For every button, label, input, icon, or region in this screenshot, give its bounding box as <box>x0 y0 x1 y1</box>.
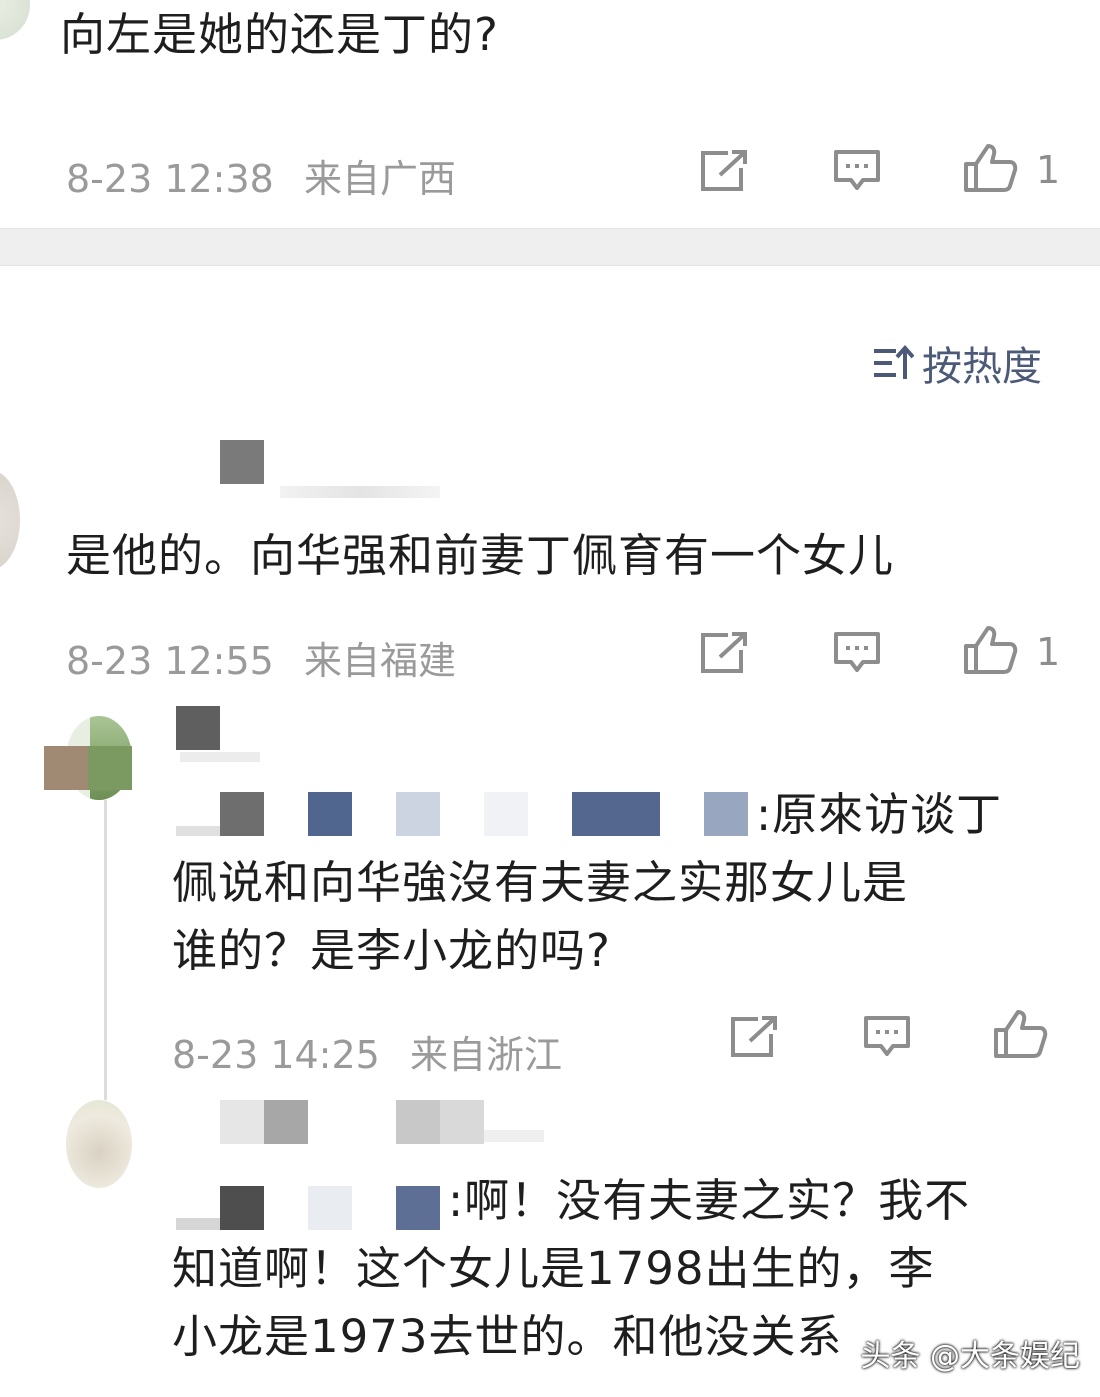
avatar-pixel <box>88 746 132 790</box>
comment-icon <box>834 150 880 190</box>
avatar[interactable] <box>0 470 20 570</box>
share-button[interactable] <box>698 148 750 194</box>
mention-obscured <box>396 1186 440 1230</box>
share-button[interactable] <box>698 630 750 676</box>
sort-label: 按热度 <box>922 344 1042 390</box>
comment-text: 是他的。向华强和前妻丁佩育有一个女儿 <box>66 529 895 582</box>
mention-obscured <box>484 792 528 836</box>
thumb-up-icon <box>964 626 1018 674</box>
reply-button[interactable] <box>832 148 882 194</box>
section-divider <box>0 228 1100 266</box>
comment-icon <box>834 632 880 672</box>
mention-obscured <box>220 1186 264 1230</box>
mention-obscured <box>308 792 352 836</box>
username-obscured <box>440 1100 484 1144</box>
username-obscured <box>180 752 260 762</box>
mention-obscured <box>704 792 748 836</box>
username-obscured <box>396 1100 440 1144</box>
username-obscured <box>484 1130 544 1142</box>
reply-text: :啊！没有夫妻之实？我不 <box>448 1174 971 1227</box>
comment-icon <box>864 1016 910 1056</box>
reply-text: :原來访谈丁 <box>756 788 1003 841</box>
username-obscured <box>264 1100 308 1144</box>
thumb-up-icon <box>994 1010 1048 1058</box>
thread-line <box>104 800 107 1100</box>
reply-button[interactable] <box>832 630 882 676</box>
share-icon <box>701 150 747 191</box>
comment-location: 来自广西 <box>303 157 456 201</box>
like-button[interactable] <box>992 1008 1048 1060</box>
username-obscured <box>220 1100 264 1144</box>
sort-button[interactable]: 按热度 <box>872 334 1042 392</box>
comment-time: 8-23 12:38 <box>66 157 274 201</box>
username-obscured <box>280 486 440 498</box>
reply-time: 8-23 14:25 <box>172 1033 380 1077</box>
comment-meta: 8-23 12:55 来自福建 <box>66 630 456 685</box>
reply-text: 知道啊！这个女儿是1798出生的，李 <box>172 1242 935 1295</box>
comment-meta: 8-23 12:38 来自广西 <box>66 148 456 203</box>
like-count: 1 <box>1036 630 1061 674</box>
like-count: 1 <box>1036 148 1061 192</box>
share-icon <box>731 1016 777 1057</box>
reply-text: 小龙是1973去世的。和他没关系 <box>172 1310 843 1363</box>
mention-obscured <box>396 792 440 836</box>
mention-obscured <box>176 826 220 836</box>
username-obscured <box>220 440 264 484</box>
share-icon <box>701 632 747 673</box>
reply-text: 佩说和向华強沒有夫妻之实那女儿是 <box>172 856 909 909</box>
mention-obscured <box>572 792 660 836</box>
reply-meta: 8-23 14:25 来自浙江 <box>172 1024 562 1079</box>
avatar[interactable] <box>0 0 30 40</box>
watermark: 头条 @大条娱纪 <box>860 1339 1080 1374</box>
like-button[interactable] <box>962 624 1018 676</box>
reply-text: 谁的？是李小龙的吗? <box>172 924 611 977</box>
reply-location: 来自浙江 <box>409 1033 562 1077</box>
username-obscured <box>176 706 220 750</box>
comment-location: 来自福建 <box>303 639 456 683</box>
mention-obscured <box>308 1186 352 1230</box>
mention-obscured <box>176 1218 220 1230</box>
comment-time: 8-23 12:55 <box>66 639 274 683</box>
thumb-up-icon <box>964 144 1018 192</box>
reply-button[interactable] <box>862 1014 912 1060</box>
sort-icon <box>874 344 914 379</box>
avatar[interactable] <box>66 1100 132 1188</box>
share-button[interactable] <box>728 1014 780 1060</box>
like-button[interactable] <box>962 142 1018 194</box>
mention-obscured <box>220 792 264 836</box>
comment-text: 向左是她的还是丁的? <box>60 8 499 61</box>
avatar-pixel <box>44 746 88 790</box>
